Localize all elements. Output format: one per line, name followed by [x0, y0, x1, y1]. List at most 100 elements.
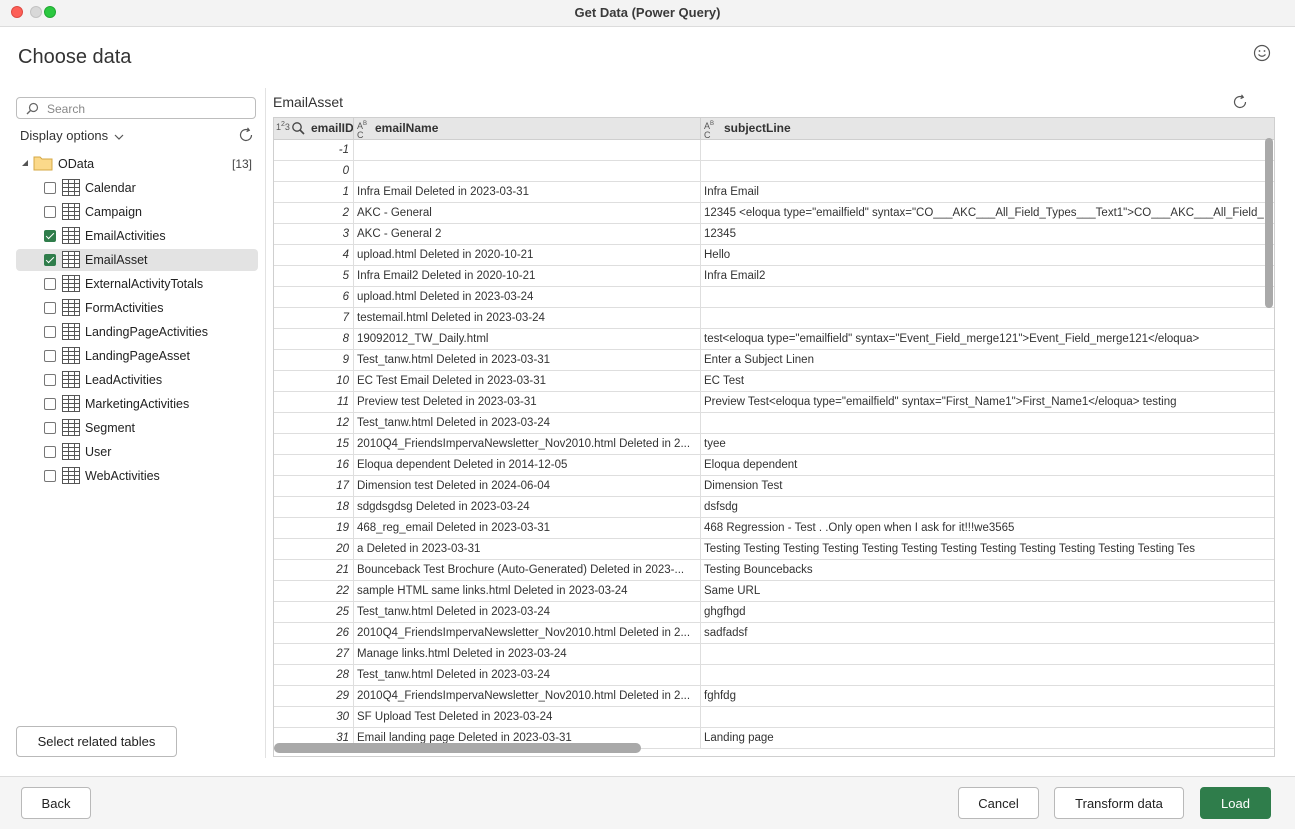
table-checkbox[interactable] [44, 254, 56, 266]
table-checkbox[interactable] [44, 230, 56, 242]
column-header-emailname[interactable]: AB C emailName [354, 118, 701, 139]
cell-emailname[interactable]: upload.html Deleted in 2023-03-24 [354, 287, 701, 307]
cell-emailname[interactable] [354, 161, 701, 181]
cell-emailname[interactable]: SF Upload Test Deleted in 2023-03-24 [354, 707, 701, 727]
search-input[interactable] [45, 100, 254, 118]
cell-emailid[interactable]: -1 [274, 140, 354, 160]
back-button[interactable]: Back [21, 787, 91, 819]
table-checkbox[interactable] [44, 326, 56, 338]
column-header-emailid[interactable]: 123 emailID [274, 118, 354, 139]
cell-emailname[interactable]: Bounceback Test Brochure (Auto-Generated… [354, 560, 701, 580]
cell-subjectline[interactable]: Preview Test<eloqua type="emailfield" sy… [701, 392, 1274, 412]
tree-item-formactivities[interactable]: FormActivities [16, 297, 258, 319]
cell-emailname[interactable]: 2010Q4_FriendsImpervaNewsletter_Nov2010.… [354, 434, 701, 454]
cell-subjectline[interactable] [701, 707, 1274, 727]
cell-emailid[interactable]: 1 [274, 182, 354, 202]
cell-subjectline[interactable]: ghgfhgd [701, 602, 1274, 622]
cell-subjectline[interactable]: dsfsdg [701, 497, 1274, 517]
cell-emailid[interactable]: 10 [274, 371, 354, 391]
cell-emailname[interactable]: 2010Q4_FriendsImpervaNewsletter_Nov2010.… [354, 686, 701, 706]
cell-emailname[interactable]: Test_tanw.html Deleted in 2023-03-24 [354, 413, 701, 433]
cell-subjectline[interactable]: 12345 <eloqua type="emailfield" syntax="… [701, 203, 1274, 223]
cell-emailname[interactable]: testemail.html Deleted in 2023-03-24 [354, 308, 701, 328]
display-options-dropdown[interactable]: Display options [20, 128, 124, 143]
table-checkbox[interactable] [44, 374, 56, 386]
cell-emailname[interactable]: 2010Q4_FriendsImpervaNewsletter_Nov2010.… [354, 623, 701, 643]
cell-emailid[interactable]: 19 [274, 518, 354, 538]
cell-emailname[interactable]: AKC - General [354, 203, 701, 223]
cell-emailid[interactable]: 21 [274, 560, 354, 580]
tree-item-emailasset[interactable]: EmailAsset [16, 249, 258, 271]
cell-subjectline[interactable]: sadfadsf [701, 623, 1274, 643]
cell-emailname[interactable]: Test_tanw.html Deleted in 2023-03-24 [354, 665, 701, 685]
cell-emailname[interactable]: Eloqua dependent Deleted in 2014-12-05 [354, 455, 701, 475]
cell-subjectline[interactable] [701, 140, 1274, 160]
tree-item-webactivities[interactable]: WebActivities [16, 465, 258, 487]
tree-node-odata[interactable]: OData [13] [16, 154, 258, 174]
cell-subjectline[interactable]: Same URL [701, 581, 1274, 601]
cell-emailid[interactable]: 2 [274, 203, 354, 223]
cell-subjectline[interactable]: Infra Email [701, 182, 1274, 202]
cell-subjectline[interactable]: Enter a Subject Linen [701, 350, 1274, 370]
cell-emailid[interactable]: 28 [274, 665, 354, 685]
cell-emailid[interactable]: 3 [274, 224, 354, 244]
cell-emailname[interactable]: EC Test Email Deleted in 2023-03-31 [354, 371, 701, 391]
scrollbar-thumb[interactable] [1265, 138, 1273, 308]
cell-emailname[interactable]: Infra Email2 Deleted in 2020-10-21 [354, 266, 701, 286]
cell-subjectline[interactable]: Landing page [701, 728, 1274, 748]
cell-emailid[interactable]: 12 [274, 413, 354, 433]
cell-emailid[interactable]: 8 [274, 329, 354, 349]
tree-item-emailactivities[interactable]: EmailActivities [16, 225, 258, 247]
cell-subjectline[interactable]: tyee [701, 434, 1274, 454]
table-checkbox[interactable] [44, 182, 56, 194]
scrollbar-thumb[interactable] [274, 743, 641, 753]
table-checkbox[interactable] [44, 398, 56, 410]
cell-emailid[interactable]: 27 [274, 644, 354, 664]
tree-item-externalactivitytotals[interactable]: ExternalActivityTotals [16, 273, 258, 295]
caret-expanded-icon[interactable] [21, 159, 29, 167]
cell-emailid[interactable]: 15 [274, 434, 354, 454]
cell-subjectline[interactable]: 12345 [701, 224, 1274, 244]
cell-emailname[interactable]: AKC - General 2 [354, 224, 701, 244]
cell-subjectline[interactable]: EC Test [701, 371, 1274, 391]
cell-emailid[interactable]: 5 [274, 266, 354, 286]
cell-emailname[interactable]: Test_tanw.html Deleted in 2023-03-24 [354, 602, 701, 622]
cell-emailname[interactable]: 19092012_TW_Daily.html [354, 329, 701, 349]
cell-emailname[interactable]: sdgdsgdsg Deleted in 2023-03-24 [354, 497, 701, 517]
cell-subjectline[interactable] [701, 413, 1274, 433]
cell-emailid[interactable]: 30 [274, 707, 354, 727]
tree-item-marketingactivities[interactable]: MarketingActivities [16, 393, 258, 415]
cell-emailid[interactable]: 25 [274, 602, 354, 622]
cell-subjectline[interactable] [701, 308, 1274, 328]
cell-emailname[interactable]: Dimension test Deleted in 2024-06-04 [354, 476, 701, 496]
cell-emailname[interactable]: Manage links.html Deleted in 2023-03-24 [354, 644, 701, 664]
column-header-subjectline[interactable]: AB C subjectLine [701, 118, 1274, 139]
cell-emailname[interactable]: sample HTML same links.html Deleted in 2… [354, 581, 701, 601]
cell-emailid[interactable]: 11 [274, 392, 354, 412]
transform-data-button[interactable]: Transform data [1054, 787, 1184, 819]
cell-emailname[interactable]: Infra Email Deleted in 2023-03-31 [354, 182, 701, 202]
table-checkbox[interactable] [44, 350, 56, 362]
cell-emailname[interactable] [354, 140, 701, 160]
tree-item-campaign[interactable]: Campaign [16, 201, 258, 223]
cell-emailid[interactable]: 0 [274, 161, 354, 181]
tree-item-landingpageasset[interactable]: LandingPageAsset [16, 345, 258, 367]
tree-item-user[interactable]: User [16, 441, 258, 463]
horizontal-scrollbar[interactable] [274, 741, 641, 755]
cell-emailid[interactable]: 26 [274, 623, 354, 643]
cell-subjectline[interactable]: Testing Testing Testing Testing Testing … [701, 539, 1274, 559]
cell-subjectline[interactable]: Hello [701, 245, 1274, 265]
cell-emailname[interactable]: Preview test Deleted in 2023-03-31 [354, 392, 701, 412]
cell-emailid[interactable]: 6 [274, 287, 354, 307]
table-checkbox[interactable] [44, 302, 56, 314]
tree-item-leadactivities[interactable]: LeadActivities [16, 369, 258, 391]
tree-item-calendar[interactable]: Calendar [16, 177, 258, 199]
refresh-preview-icon[interactable] [1231, 93, 1249, 111]
panel-divider[interactable] [265, 88, 266, 758]
cell-subjectline[interactable]: Dimension Test [701, 476, 1274, 496]
cell-emailid[interactable]: 4 [274, 245, 354, 265]
select-related-tables-button[interactable]: Select related tables [16, 726, 177, 757]
cell-emailid[interactable]: 22 [274, 581, 354, 601]
cell-subjectline[interactable] [701, 161, 1274, 181]
cell-emailid[interactable]: 9 [274, 350, 354, 370]
